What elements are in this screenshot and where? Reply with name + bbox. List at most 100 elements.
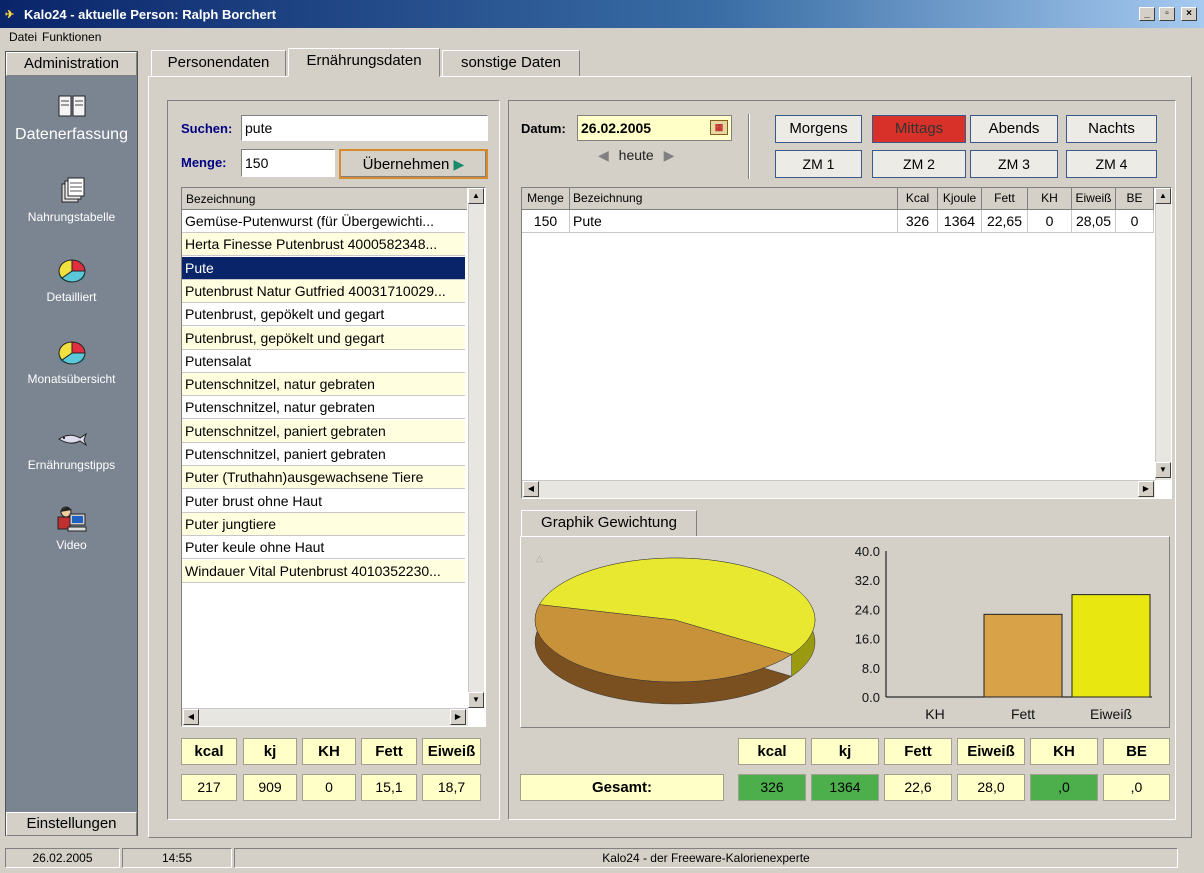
maximize-button[interactable]: ▫ — [1159, 7, 1175, 21]
x-tick-label: KH — [925, 706, 944, 722]
col-fett: Fett — [982, 188, 1028, 210]
list-item[interactable]: Windauer Vital Putenbrust 4010352230... — [182, 559, 465, 583]
scroll-up-icon[interactable]: ▲ — [1155, 188, 1171, 204]
menge-input[interactable]: 150 — [241, 149, 335, 177]
entries-grid: Menge Bezeichnung Kcal Kjoule Fett KH Ei… — [521, 187, 1172, 499]
entry-kjoule[interactable]: 1364 — [938, 210, 982, 233]
sidebar-header-administration[interactable]: Administration — [6, 52, 137, 76]
list-item[interactable]: Pute — [182, 256, 465, 280]
entry-kh[interactable]: 0 — [1028, 210, 1072, 233]
sidebar-item-ernaehrungstipps[interactable]: Ernährungstipps — [6, 424, 137, 472]
window-title: Kalo24 - aktuelle Person: Ralph Borchert — [24, 7, 277, 22]
y-tick-label: 24.0 — [855, 602, 880, 617]
entries-scrollbar[interactable] — [1155, 188, 1171, 480]
entry-kcal[interactable]: 326 — [898, 210, 938, 233]
mittags-button[interactable]: Mittags — [872, 115, 966, 143]
sidebar: Administration Datenerfassung Nahrungsta… — [5, 51, 138, 836]
list-item[interactable]: Putenschnitzel, paniert gebraten — [182, 419, 465, 443]
col-kh: KH — [1028, 188, 1072, 210]
minimize-button[interactable]: _ — [1139, 7, 1155, 21]
col-be: BE — [1116, 188, 1154, 210]
search-input[interactable]: pute — [241, 115, 488, 141]
list-item[interactable]: Puter (Truthahn)ausgewachsene Tiere — [182, 466, 465, 490]
list-item[interactable]: Putenschnitzel, natur gebraten — [182, 373, 465, 397]
zm2-button[interactable]: ZM 2 — [872, 150, 966, 178]
col-eiweiss: Eiweiß — [1072, 188, 1116, 210]
total-kh-header: KH — [1030, 738, 1098, 765]
calendar-icon[interactable]: ▦ — [710, 120, 728, 135]
scroll-left-icon[interactable]: ◀ — [523, 481, 539, 497]
list-item[interactable]: Putenbrust, gepökelt und gegart — [182, 326, 465, 350]
uebernehmen-button[interactable]: Übernehmen ▶ — [339, 149, 488, 179]
tab-sonstige-daten[interactable]: sonstige Daten — [442, 50, 580, 77]
total-fett-value: 22,6 — [884, 774, 952, 801]
sidebar-item-video[interactable]: Video — [6, 504, 137, 552]
menu-funktionen[interactable]: Funktionen — [42, 30, 101, 44]
pie-marker-icon: △ — [536, 553, 543, 563]
pie-chart-slices — [534, 557, 816, 705]
food-list: Bezeichnung Gemüse-Putenwurst (für Überg… — [181, 187, 486, 727]
list-item[interactable]: Putenbrust Natur Gutfried 40031710029... — [182, 279, 465, 303]
close-button[interactable]: × — [1181, 7, 1197, 21]
list-item[interactable]: Herta Finesse Putenbrust 4000582348... — [182, 233, 465, 257]
status-date: 26.02.2005 — [5, 848, 120, 868]
entry-bezeichnung[interactable]: Pute — [570, 210, 898, 233]
sidebar-footer-einstellungen[interactable]: Einstellungen — [6, 812, 137, 836]
next-day-icon[interactable]: ▶ — [664, 147, 675, 163]
left-sum-kj-value: 909 — [243, 774, 297, 801]
sidebar-item-monatsuebersicht[interactable]: Monatsübersicht — [6, 338, 137, 386]
scroll-left-icon[interactable]: ◀ — [183, 709, 199, 725]
entry-eiweiss[interactable]: 28,05 — [1072, 210, 1116, 233]
food-list-scrollbar[interactable] — [468, 188, 484, 708]
left-sum-eiweiss-value: 18,7 — [422, 774, 481, 801]
left-sum-kcal-value: 217 — [181, 774, 237, 801]
scroll-down-icon[interactable]: ▼ — [1155, 462, 1171, 478]
sidebar-item-detailliert[interactable]: Detailliert — [6, 256, 137, 304]
list-item[interactable]: Putenschnitzel, paniert gebraten — [182, 443, 465, 466]
abends-button[interactable]: Abends — [970, 115, 1058, 143]
list-item[interactable]: Gemüse-Putenwurst (für Übergewichti... — [182, 210, 465, 233]
menge-label: Menge: — [181, 155, 227, 170]
scroll-right-icon[interactable]: ▶ — [450, 709, 466, 725]
menu-datei[interactable]: Datei — [9, 30, 37, 44]
list-item[interactable]: Puter brust ohne Haut — [182, 489, 465, 513]
menu-bar: Datei Funktionen — [0, 28, 1204, 46]
entry-fett[interactable]: 22,65 — [982, 210, 1028, 233]
pie-chart-icon — [58, 341, 86, 365]
book-icon — [58, 95, 85, 117]
list-item[interactable]: Putenbrust, gepökelt und gegart — [182, 303, 465, 327]
entry-menge[interactable]: 150 — [522, 210, 570, 233]
morgens-button[interactable]: Morgens — [775, 115, 862, 143]
prev-day-icon[interactable]: ◀ — [598, 147, 609, 163]
nachts-button[interactable]: Nachts — [1066, 115, 1157, 143]
total-be-value: ,0 — [1103, 774, 1170, 801]
list-item[interactable]: Puter jungtiere — [182, 512, 465, 536]
list-item[interactable]: Putenschnitzel, natur gebraten — [182, 396, 465, 420]
today-link[interactable]: heute — [619, 147, 654, 163]
total-kcal-header: kcal — [738, 738, 806, 765]
y-tick-label: 0.0 — [862, 690, 880, 705]
scroll-down-icon[interactable]: ▼ — [468, 692, 484, 708]
tab-graphik-gewichtung[interactable]: Graphik Gewichtung — [521, 510, 697, 537]
y-tick-label: 40.0 — [855, 544, 880, 559]
gesamt-label: Gesamt: — [520, 774, 724, 801]
pie-chart-icon — [58, 259, 86, 283]
zm4-button[interactable]: ZM 4 — [1066, 150, 1157, 178]
tab-personendaten[interactable]: Personendaten — [151, 50, 286, 77]
total-fett-header: Fett — [884, 738, 952, 765]
status-message: Kalo24 - der Freeware-Kalorienexperte — [234, 848, 1178, 868]
sidebar-item-datenerfassung[interactable]: Datenerfassung — [6, 92, 137, 144]
scroll-right-icon[interactable]: ▶ — [1138, 481, 1154, 497]
entry-be[interactable]: 0 — [1116, 210, 1154, 233]
food-list-hscrollbar[interactable] — [182, 708, 468, 726]
zm3-button[interactable]: ZM 3 — [970, 150, 1058, 178]
list-item[interactable]: Puter keule ohne Haut — [182, 536, 465, 560]
date-field[interactable]: 26.02.2005 ▦ — [577, 115, 732, 141]
entries-hscrollbar[interactable] — [522, 480, 1155, 498]
list-item[interactable]: Putensalat — [182, 349, 465, 373]
scroll-up-icon[interactable]: ▲ — [468, 188, 484, 204]
zm1-button[interactable]: ZM 1 — [775, 150, 862, 178]
sidebar-item-nahrungstabelle[interactable]: Nahrungstabelle — [6, 176, 137, 224]
total-eiweiss-header: Eiweiß — [957, 738, 1025, 765]
tab-ernaehrungsdaten[interactable]: Ernährungsdaten — [288, 48, 440, 77]
